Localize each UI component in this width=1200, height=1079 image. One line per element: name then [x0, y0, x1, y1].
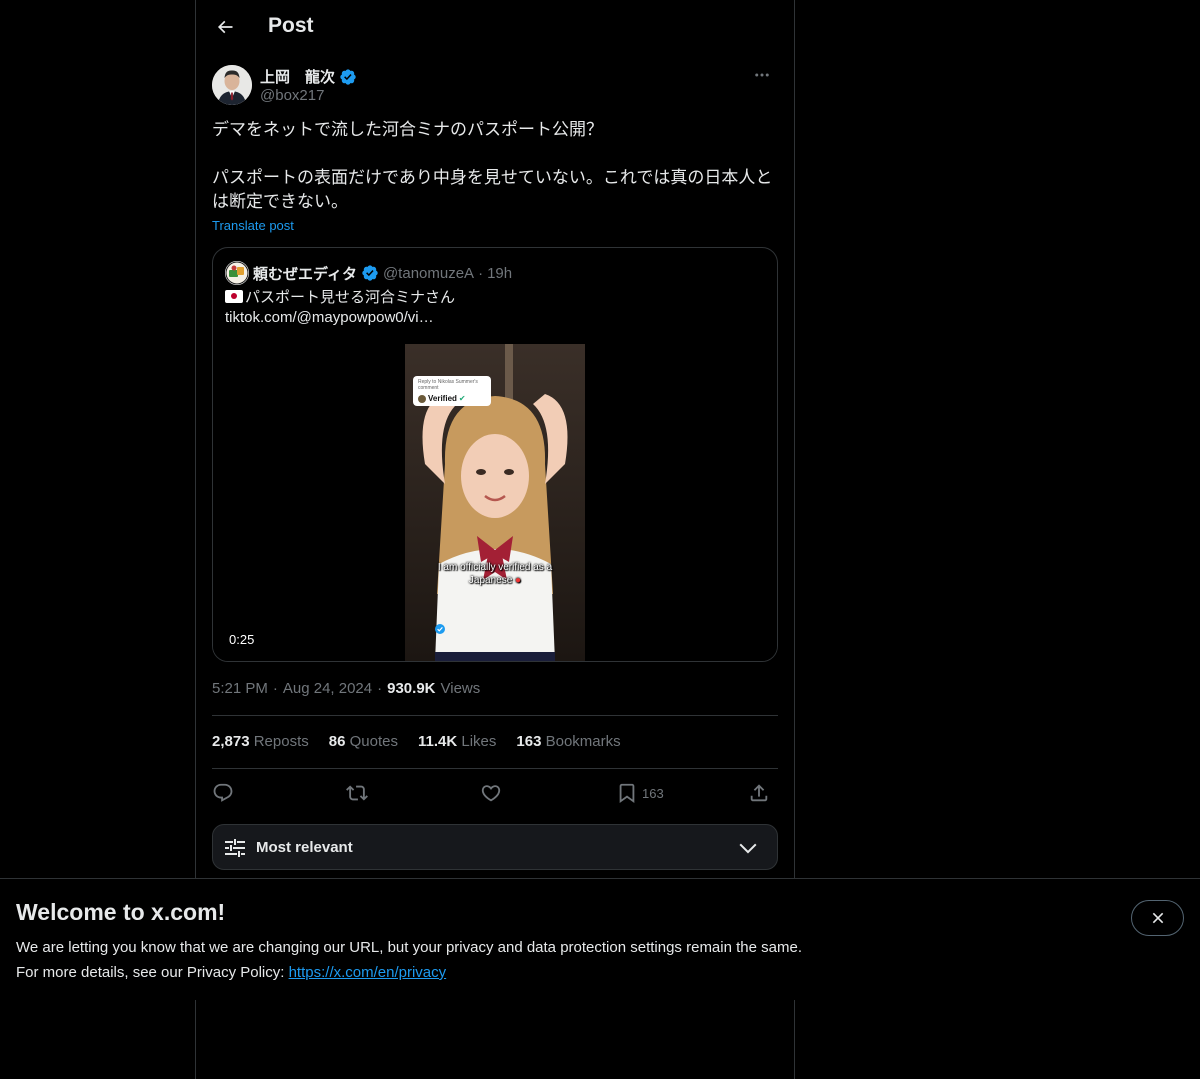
chevron-down-icon	[739, 843, 757, 854]
bookmark-button[interactable]: 163	[616, 776, 664, 810]
verified-check-icon	[435, 624, 445, 634]
quoted-author-name: 頼むぜエディタ	[253, 265, 357, 283]
close-icon	[1152, 912, 1163, 924]
banner-line-1: We are letting you know that we are chan…	[16, 939, 802, 956]
top-bar: Post	[196, 0, 794, 53]
post-meta: 5:21 PM · Aug 24, 2024 · 930.9K Views	[212, 680, 480, 697]
post-stats: 2,873 Reposts 86 Quotes 11.4K Likes 163 …	[212, 733, 621, 750]
banner-body: We are letting you know that we are chan…	[16, 935, 802, 985]
banner-line-2: For more details, see our Privacy Policy…	[16, 964, 289, 981]
post-text: デマをネットで流した河合ミナのパスポート公開？ パスポートの表面だけであり中身を…	[212, 120, 773, 211]
separator-dot: ·	[377, 680, 383, 697]
sticker-line-2: comment	[418, 385, 439, 391]
separator-dot: ·	[272, 680, 278, 697]
reply-button[interactable]	[212, 776, 234, 810]
quoted-post-link: tiktok.com/@maypowpow0/vi…	[225, 309, 434, 326]
reply-icon	[213, 783, 233, 802]
sort-label: Most relevant	[256, 839, 353, 856]
quoted-author-avatar	[225, 261, 249, 285]
quotes-stat[interactable]: 86 Quotes	[329, 733, 398, 750]
back-button[interactable]	[208, 10, 242, 44]
likes-count: 11.4K	[417, 733, 458, 750]
post-author: 上岡 龍次 @box217	[212, 64, 778, 108]
sticker-main: Verified ✔	[418, 394, 486, 403]
video-caption: I am officially verified as a Japanese ●	[405, 561, 585, 587]
sliders-icon	[225, 839, 245, 857]
verified-badge-icon	[340, 68, 356, 85]
page-title: Post	[268, 14, 314, 37]
bookmark-count: 163	[642, 785, 664, 801]
japan-flag-emoji-icon: ●	[515, 575, 522, 586]
like-button[interactable]	[480, 776, 502, 810]
quoted-post-time: 19h	[487, 264, 513, 282]
author-avatar[interactable]	[212, 65, 252, 105]
translate-post-link[interactable]: Translate post	[212, 218, 294, 233]
author-name[interactable]: 上岡 龍次	[260, 66, 357, 87]
japan-flag-icon	[225, 290, 243, 303]
divider	[212, 768, 778, 769]
share-button[interactable]	[748, 776, 770, 810]
reply-sort-dropdown[interactable]: Most relevant	[212, 824, 778, 870]
quoted-author-handle: @tanomuzeA	[382, 264, 475, 282]
banner-title: Welcome to x.com!	[16, 899, 226, 925]
heart-icon	[481, 785, 501, 802]
more-icon	[755, 73, 769, 77]
quotes-label: Quotes	[349, 733, 398, 750]
likes-stat[interactable]: 11.4K Likes	[418, 733, 496, 750]
video-thumbnail[interactable]: Reply to Nikolas Summer's comment Verifi…	[405, 344, 585, 661]
bookmark-icon	[619, 783, 635, 804]
more-options-button[interactable]	[746, 64, 778, 86]
repost-button[interactable]	[346, 776, 368, 810]
reposts-label: Reposts	[253, 733, 309, 750]
post-time[interactable]: 5:21 PM	[212, 680, 268, 697]
bookmarks-stat[interactable]: 163 Bookmarks	[516, 733, 620, 750]
check-emoji-icon: ✔	[458, 394, 466, 403]
quoted-post[interactable]: 頼むぜエディタ @tanomuzeA · 19h パスポート見せる河合ミナさん …	[212, 247, 778, 662]
arrow-left-icon	[217, 20, 233, 34]
views-count: 930.9K	[387, 680, 436, 697]
repost-icon	[346, 785, 368, 801]
bookmarks-label: Bookmarks	[545, 733, 621, 750]
privacy-policy-link[interactable]: https://x.com/en/privacy	[289, 964, 447, 981]
quoted-post-header: 頼むぜエディタ @tanomuzeA · 19h	[225, 261, 512, 285]
reposts-count: 2,873	[212, 733, 250, 750]
video-player[interactable]: Reply to Nikolas Summer's comment Verifi…	[213, 344, 777, 661]
bookmarks-count: 163	[516, 733, 542, 750]
views-label: Views	[440, 680, 481, 697]
action-bar: 163	[212, 776, 778, 810]
sticker-avatar-icon	[418, 394, 426, 403]
divider	[212, 715, 778, 716]
caption-line-2: Japanese	[468, 575, 513, 586]
sticker-main-text: Verified	[428, 394, 457, 403]
quoted-post-body: パスポート見せる河合ミナさん	[245, 289, 456, 306]
likes-label: Likes	[461, 733, 497, 750]
caption-line-1: I am officially verified as a	[437, 562, 553, 573]
author-name-text: 上岡 龍次	[260, 69, 336, 86]
video-duration: 0:25	[223, 631, 261, 648]
banner-close-button[interactable]	[1131, 900, 1184, 936]
post-date[interactable]: Aug 24, 2024	[283, 680, 372, 697]
quotes-count: 86	[328, 733, 346, 750]
verified-badge-icon	[362, 265, 378, 281]
separator-dot: ·	[478, 264, 484, 282]
share-icon	[750, 784, 768, 802]
quoted-post-text: パスポート見せる河合ミナさん tiktok.com/@maypowpow0/vi…	[225, 288, 455, 328]
video-comment-sticker: Reply to Nikolas Summer's comment Verifi…	[413, 376, 491, 406]
reposts-stat[interactable]: 2,873 Reposts	[212, 733, 309, 750]
author-handle[interactable]: @box217	[260, 87, 324, 104]
url-change-banner: Welcome to x.com! We are letting you kno…	[0, 878, 1200, 1000]
